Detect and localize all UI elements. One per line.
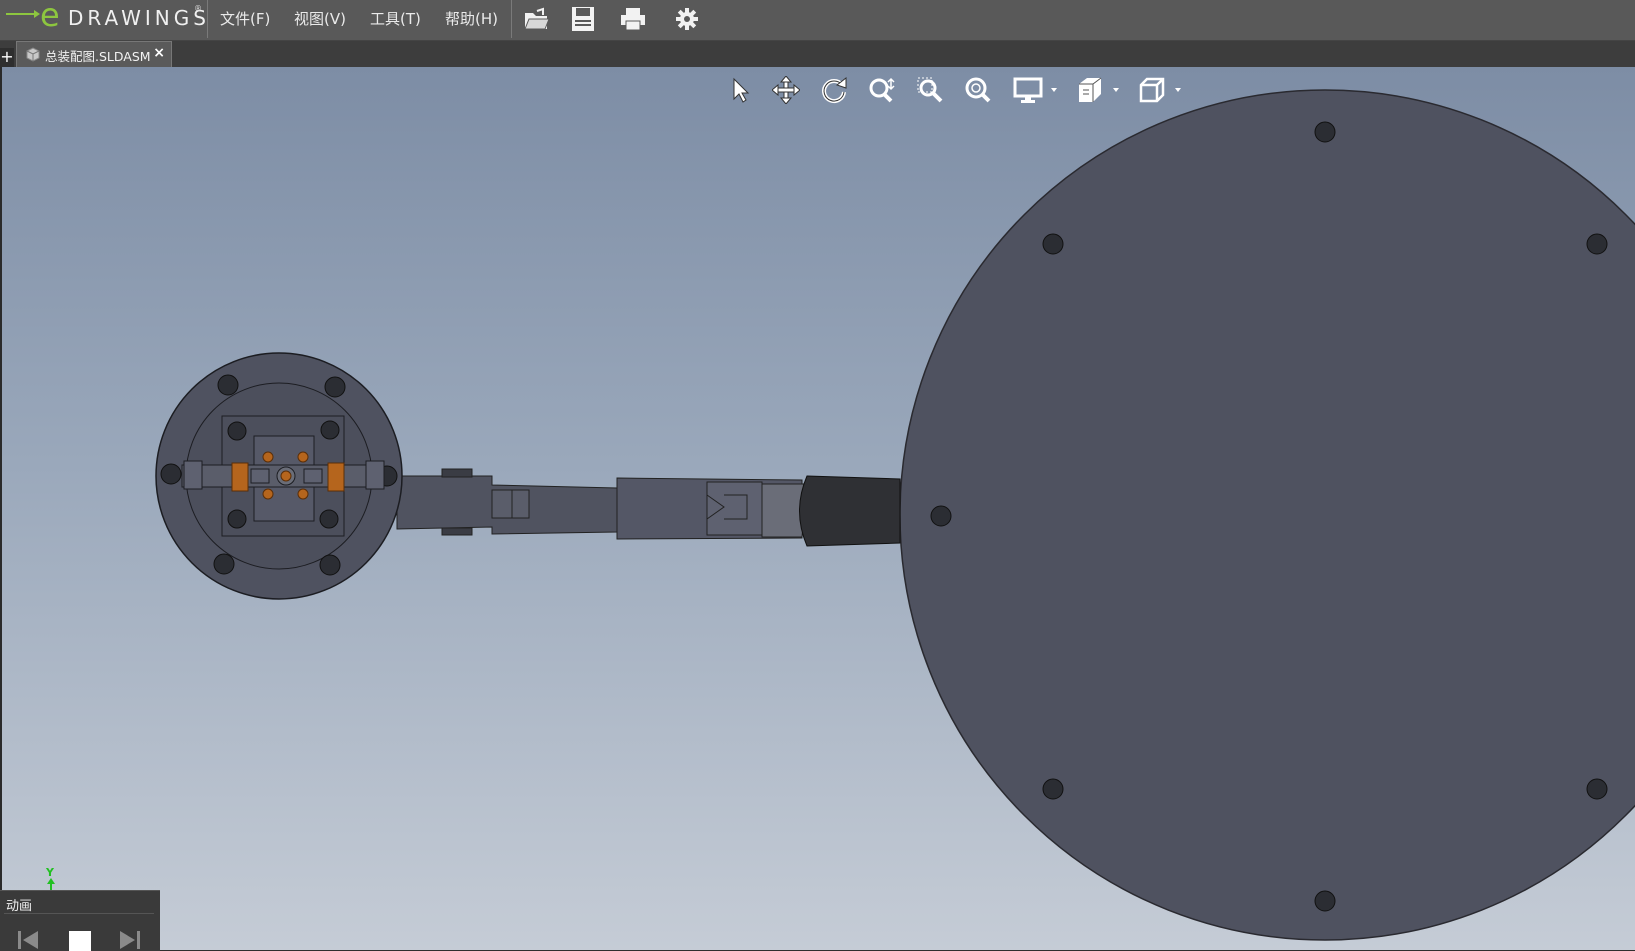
model-viewport[interactable]	[0, 67, 1635, 950]
head-flange[interactable]	[155, 352, 403, 600]
print-icon	[621, 8, 645, 31]
menu-tools[interactable]: 工具(T)	[370, 8, 421, 29]
rotate-tool[interactable]	[816, 72, 852, 108]
base-disk[interactable]	[899, 89, 1635, 941]
select-tool[interactable]	[722, 72, 758, 108]
zoom-icon	[869, 77, 895, 103]
zoom-to-area-tool[interactable]	[912, 72, 948, 108]
zoom-to-fit-icon	[965, 77, 991, 103]
document-tab[interactable]: 总装配图.SLDASM ×	[16, 41, 172, 67]
edrawings-logo: e DRAWINGS ®	[4, 0, 206, 36]
separator	[207, 0, 208, 38]
zoom-to-area-icon	[917, 77, 943, 103]
logo-registered: ®	[194, 4, 202, 13]
assembly-model[interactable]	[2, 67, 1635, 950]
zoom-tool[interactable]	[864, 72, 900, 108]
open-button[interactable]	[520, 3, 554, 35]
logo-mark-icon	[6, 10, 40, 18]
title-bar: e DRAWINGS ® 文件(F) 视图(V) 工具(T) 帮助(H)	[0, 0, 1635, 41]
previous-icon[interactable]	[14, 925, 42, 951]
save-button[interactable]	[566, 3, 600, 35]
stop-icon[interactable]	[66, 925, 94, 951]
logo-e: e	[40, 0, 60, 34]
pan-icon	[772, 76, 800, 104]
zoom-to-fit-tool[interactable]	[960, 72, 996, 108]
animation-panel: 动画	[0, 890, 160, 951]
print-button[interactable]	[616, 3, 650, 35]
separator	[511, 0, 512, 38]
settings-gear-icon	[676, 8, 698, 30]
document-tab-label: 总装配图.SLDASM	[45, 49, 151, 64]
separator	[4, 913, 154, 914]
standard-views-tool[interactable]	[1136, 72, 1186, 108]
close-tab-button[interactable]: ×	[153, 45, 165, 61]
arm-assembly[interactable]	[396, 468, 901, 547]
settings-button[interactable]	[670, 3, 704, 35]
rotate-icon	[822, 76, 847, 104]
section-icon	[1079, 77, 1119, 102]
menu-file[interactable]: 文件(F)	[220, 8, 270, 29]
menu-view[interactable]: 视图(V)	[294, 8, 346, 29]
display-style-icon	[1013, 77, 1057, 103]
assembly-icon	[26, 47, 40, 62]
logo-text: DRAWINGS	[68, 6, 210, 30]
animation-title: 动画	[6, 899, 33, 914]
menu-help[interactable]: 帮助(H)	[445, 8, 498, 29]
pan-tool[interactable]	[768, 72, 804, 108]
save-icon	[572, 7, 594, 31]
standard-views-icon	[1139, 77, 1181, 103]
section-tool[interactable]	[1074, 72, 1124, 108]
select-icon	[733, 77, 750, 103]
document-tab-bar	[0, 41, 1635, 67]
add-tab-button[interactable]: +	[0, 48, 14, 68]
open-folder-icon	[524, 7, 550, 30]
next-icon[interactable]	[116, 925, 144, 951]
display-style-tool[interactable]	[1012, 72, 1062, 108]
